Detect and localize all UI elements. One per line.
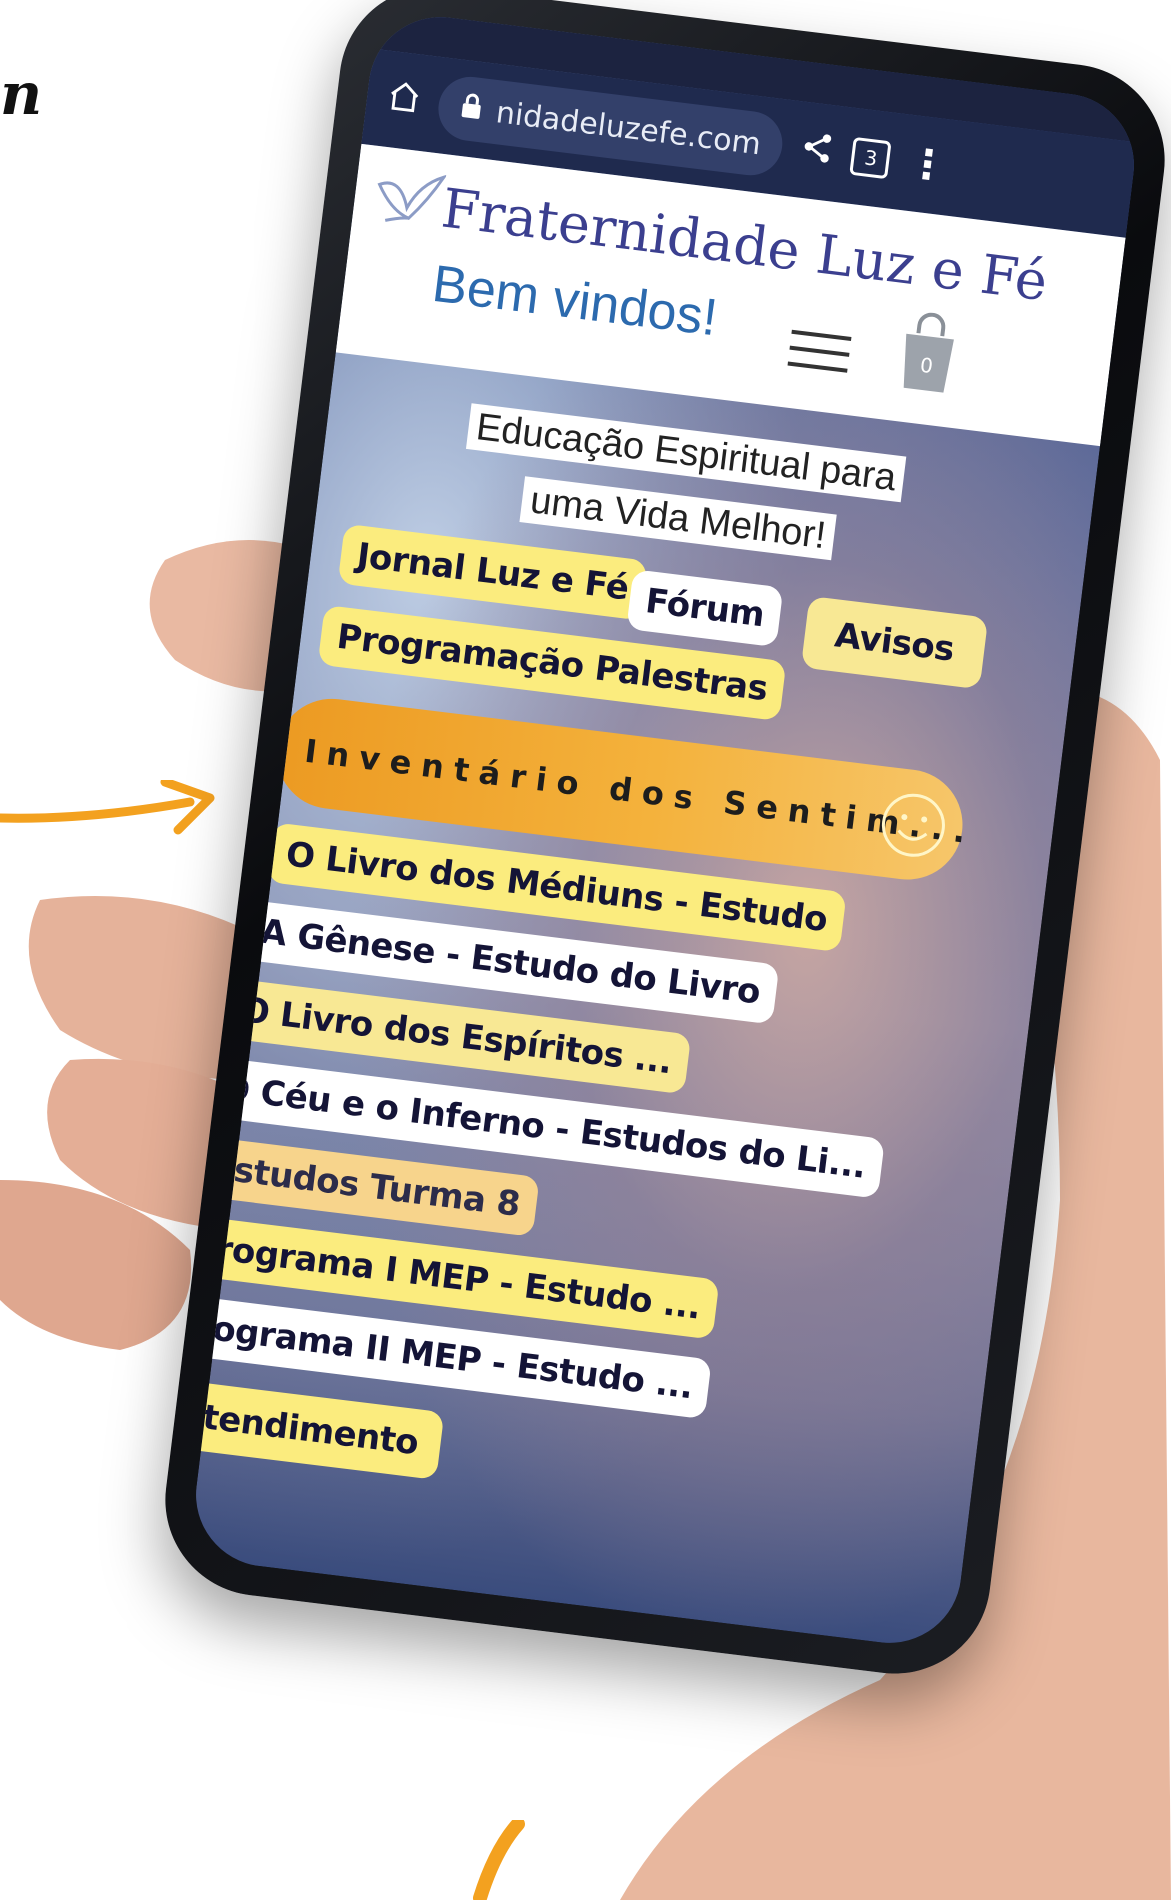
more-vert-icon[interactable]: ⋮	[905, 140, 950, 191]
share-icon[interactable]	[798, 128, 837, 175]
atendimento-button[interactable]: Atendimento	[187, 1377, 445, 1480]
decorative-orange-stroke	[473, 1820, 525, 1900]
lock-icon	[458, 90, 484, 127]
smartphone: nidadeluzefe.com 3 ⋮ Fraternidade Luz e …	[154, 0, 1171, 1685]
url-text: nidadeluzefe.com	[494, 94, 763, 162]
shopping-bag-icon[interactable]: 0	[895, 309, 960, 395]
tabs-icon[interactable]: 3	[849, 136, 893, 180]
featured-label: Inventário dos Sentim...	[302, 731, 978, 852]
corner-heading-fragment: n	[0, 60, 43, 128]
forum-button[interactable]: Fórum	[626, 569, 784, 648]
pointer-arrow	[0, 780, 215, 835]
home-icon[interactable]	[384, 77, 423, 124]
tagline-line-2: uma Vida Melhor!	[519, 476, 837, 561]
avisos-button[interactable]: Avisos	[800, 595, 989, 690]
smiley-icon	[881, 793, 945, 857]
hamburger-menu-icon[interactable]	[786, 318, 853, 385]
dove-logo-icon	[377, 174, 447, 222]
